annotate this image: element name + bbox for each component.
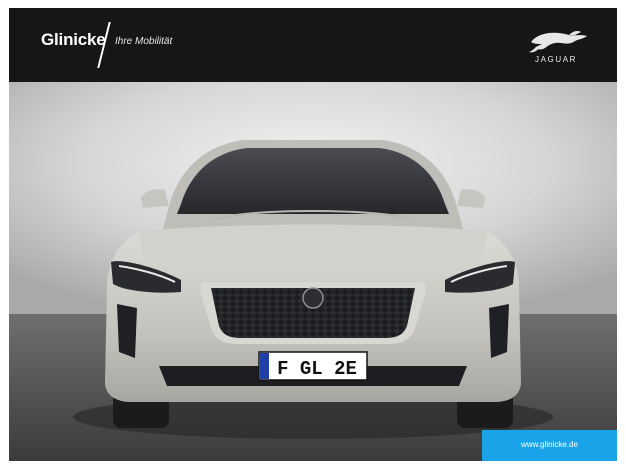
header-bar: Glinicke Ihre Mobilität JAGUAR [9,8,617,82]
brand-tagline: Ihre Mobilität [115,36,173,47]
jaguar-wordmark: JAGUAR [534,55,578,64]
license-plate: F GL 2E [277,358,357,380]
car-photo: F GL 2E [9,82,617,461]
website-url: www.glinicke.de [521,440,578,449]
brand-name: Glinicke [41,30,106,49]
website-badge: www.glinicke.de [482,430,617,461]
ad-frame: Glinicke Ihre Mobilität JAGUAR F GL 2E w… [9,8,617,461]
